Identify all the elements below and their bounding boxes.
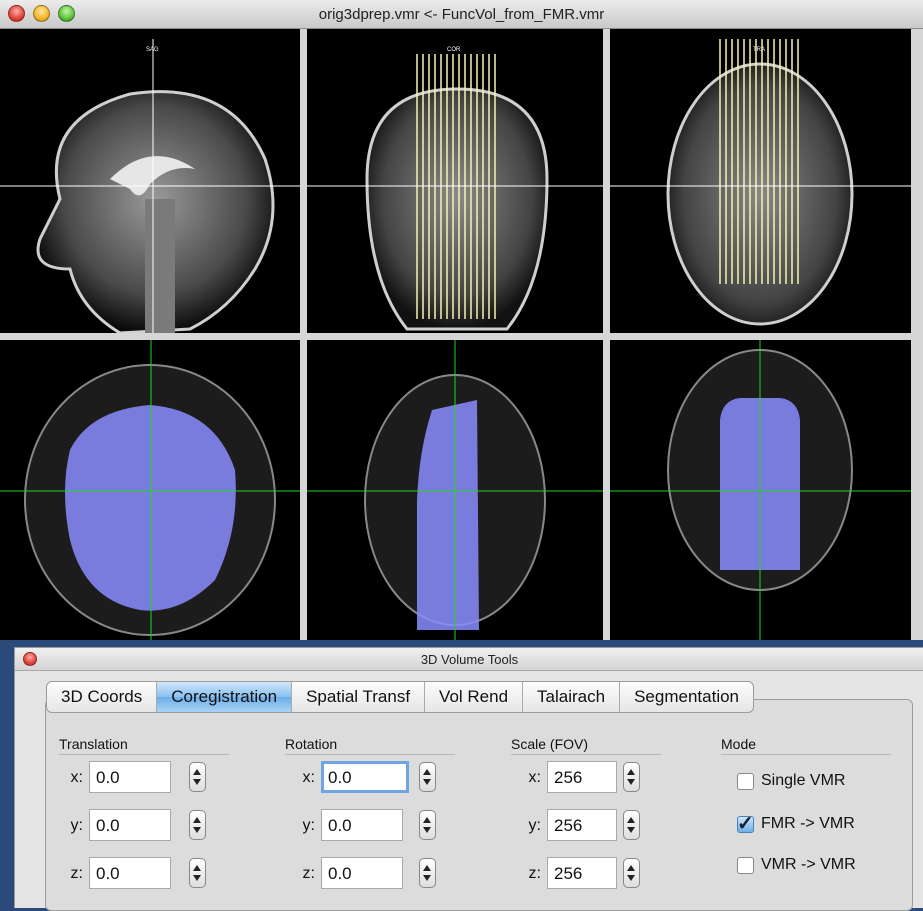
- window-title: orig3dprep.vmr <- FuncVol_from_FMR.vmr: [318, 6, 605, 23]
- rotation-label: Rotation: [285, 736, 455, 755]
- checkbox-box[interactable]: [737, 857, 754, 874]
- scale-x-field[interactable]: 256: [547, 761, 617, 793]
- tab-bar: 3D Coords Coregistration Spatial Transf …: [46, 681, 754, 713]
- translation-group: Translation: [59, 736, 229, 755]
- tab-talairach[interactable]: Talairach: [523, 682, 621, 712]
- coronal-image: COR: [307, 47, 603, 331]
- rotation-group: Rotation: [285, 736, 455, 755]
- tab-coregistration[interactable]: Coregistration: [157, 682, 293, 712]
- axis-label-y: y:: [302, 817, 315, 834]
- axis-label-x: x:: [70, 769, 83, 786]
- translation-label: Translation: [59, 736, 229, 755]
- axis-label-x: x:: [528, 769, 541, 786]
- axis-label-z: z:: [528, 865, 541, 882]
- coronal-overlay-view[interactable]: [307, 340, 603, 640]
- tab-vol-rend[interactable]: Vol Rend: [425, 682, 524, 712]
- palette-titlebar[interactable]: 3D Volume Tools: [15, 648, 923, 671]
- scale-z-field[interactable]: 256: [547, 857, 617, 889]
- sagittal-image: SAG: [0, 39, 300, 333]
- rotation-z-field[interactable]: 0.0: [321, 857, 403, 889]
- axis-label-x: x:: [302, 769, 315, 786]
- translation-y-field[interactable]: 0.0: [89, 809, 171, 841]
- checkmark-icon: ✓: [737, 813, 754, 835]
- translation-z-field[interactable]: 0.0: [89, 857, 171, 889]
- checkbox-box-checked[interactable]: ✓: [737, 813, 754, 835]
- tra-label: TRA: [753, 47, 765, 53]
- vmr-to-vmr-label: VMR -> VMR: [761, 856, 856, 873]
- sagittal-view[interactable]: SAG: [0, 29, 300, 333]
- translation-y-stepper[interactable]: [189, 810, 206, 840]
- fmr-to-vmr-label: FMR -> VMR: [761, 815, 855, 832]
- transversal-overlay-image: [610, 340, 911, 640]
- rotation-x-field[interactable]: 0.0: [321, 761, 409, 793]
- palette-title: 3D Volume Tools: [420, 652, 519, 667]
- coronal-overlay-image: [307, 340, 603, 640]
- scale-group: Scale (FOV): [511, 736, 661, 755]
- translation-z-stepper[interactable]: [189, 858, 206, 888]
- axis-label-z: z:: [70, 865, 83, 882]
- sag-label: SAG: [146, 47, 159, 53]
- window-titlebar[interactable]: orig3dprep.vmr <- FuncVol_from_FMR.vmr: [0, 0, 923, 29]
- single-vmr-label: Single VMR: [761, 772, 846, 789]
- scale-y-field[interactable]: 256: [547, 809, 617, 841]
- sagittal-overlay-image: [0, 340, 300, 640]
- scale-x-stepper[interactable]: [623, 762, 640, 792]
- volume-tools-palette: 3D Volume Tools 3D Coords Coregistration…: [14, 647, 923, 911]
- tab-panel: [45, 699, 913, 911]
- scale-y-stepper[interactable]: [623, 810, 640, 840]
- transversal-image: TRA: [610, 39, 911, 326]
- translation-x-field[interactable]: 0.0: [89, 761, 171, 793]
- axis-label-y: y:: [70, 817, 83, 834]
- rotation-x-stepper[interactable]: [419, 762, 436, 792]
- cor-label: COR: [447, 47, 461, 53]
- mode-group: Mode: [721, 736, 891, 755]
- tab-3d-coords[interactable]: 3D Coords: [47, 682, 158, 712]
- rotation-y-stepper[interactable]: [419, 810, 436, 840]
- transversal-view[interactable]: TRA: [610, 29, 911, 333]
- scale-label: Scale (FOV): [511, 736, 661, 755]
- rotation-y-field[interactable]: 0.0: [321, 809, 403, 841]
- transversal-overlay-view[interactable]: [610, 340, 911, 640]
- tab-segmentation[interactable]: Segmentation: [620, 682, 753, 712]
- sagittal-overlay-view[interactable]: [0, 340, 300, 640]
- checkbox-box[interactable]: [737, 773, 754, 790]
- tab-spatial-transf[interactable]: Spatial Transf: [292, 682, 426, 712]
- main-window: orig3dprep.vmr <- FuncVol_from_FMR.vmr S…: [0, 0, 923, 640]
- view-grid: SAG COR TRA: [0, 29, 923, 640]
- translation-x-stepper[interactable]: [189, 762, 206, 792]
- mode-label: Mode: [721, 736, 891, 755]
- scale-z-stepper[interactable]: [623, 858, 640, 888]
- axis-label-z: z:: [302, 865, 315, 882]
- coronal-view[interactable]: COR: [307, 29, 603, 333]
- rotation-z-stepper[interactable]: [419, 858, 436, 888]
- axis-label-y: y:: [528, 817, 541, 834]
